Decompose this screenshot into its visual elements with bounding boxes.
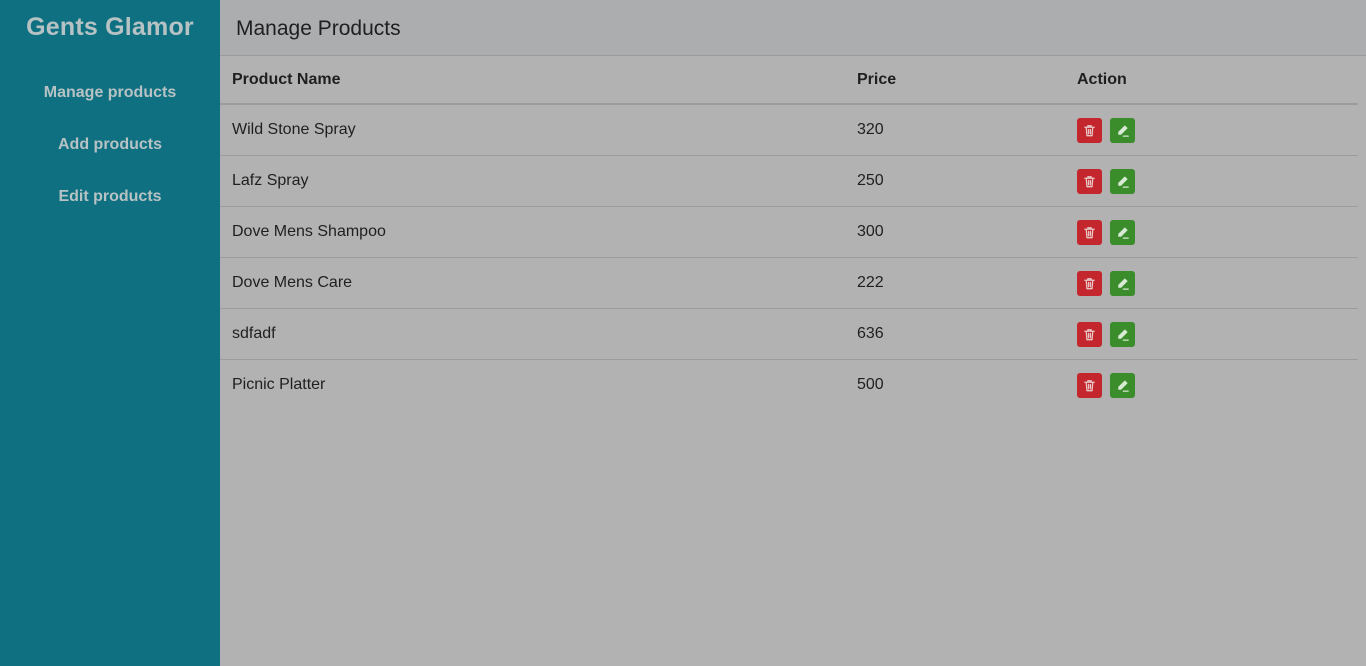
- table-row: Lafz Spray 250: [220, 155, 1358, 207]
- product-price-cell: 500: [857, 375, 884, 393]
- trash-icon: [1084, 227, 1095, 239]
- product-name-cell: Dove Mens Shampoo: [220, 206, 845, 258]
- trash-icon: [1084, 380, 1095, 392]
- main-content: Manage Products Product Name Price Actio…: [220, 0, 1366, 666]
- brand-title: Gents Glamor: [26, 13, 194, 41]
- table-row: sdfadf 636: [220, 308, 1358, 360]
- table-row: Picnic Platter 500: [220, 359, 1358, 410]
- app-layout: Gents Glamor Manage products Add product…: [0, 0, 1366, 666]
- action-cell: [1065, 104, 1358, 156]
- action-cell: [1065, 359, 1358, 410]
- trash-icon: [1084, 278, 1095, 290]
- table-row: Wild Stone Spray 320: [220, 104, 1358, 156]
- sidebar-item-manage-products[interactable]: Manage products: [0, 82, 220, 134]
- table-row: Dove Mens Shampoo 300: [220, 206, 1358, 258]
- delete-button[interactable]: [1077, 322, 1102, 347]
- pencil-icon: [1118, 227, 1129, 239]
- action-cell: [1065, 308, 1358, 360]
- product-price-cell: 320: [845, 104, 1065, 156]
- delete-button[interactable]: [1077, 271, 1102, 296]
- column-header-action: Action: [1065, 56, 1358, 105]
- product-price-cell: 636: [845, 308, 1065, 360]
- product-name-cell: Lafz Spray: [220, 155, 845, 207]
- pencil-icon: [1118, 176, 1129, 188]
- trash-icon: [1084, 329, 1095, 341]
- action-cell: [1065, 257, 1358, 309]
- product-name-cell: Wild Stone Spray: [220, 104, 845, 156]
- product-price-cell: 250: [845, 155, 1065, 207]
- delete-button[interactable]: [1077, 118, 1102, 144]
- sidebar-item-add-products[interactable]: Add products: [0, 134, 220, 186]
- action-cell: [1065, 206, 1358, 258]
- sidebar-nav: Manage products Add products Edit produc…: [0, 82, 220, 238]
- pencil-icon: [1118, 329, 1129, 341]
- edit-button[interactable]: [1110, 220, 1135, 245]
- trash-icon: [1084, 176, 1095, 188]
- products-table: Product Name Price Action Wild Stone Spr…: [220, 56, 1358, 410]
- table-row: Dove Mens Care 222: [220, 257, 1358, 309]
- pencil-icon: [1118, 380, 1129, 393]
- edit-button[interactable]: [1110, 373, 1135, 399]
- delete-button[interactable]: [1077, 169, 1102, 194]
- edit-button[interactable]: [1110, 271, 1135, 296]
- product-name-cell: Picnic Platter: [232, 375, 326, 393]
- action-cell: [1065, 155, 1358, 207]
- edit-button[interactable]: [1110, 118, 1135, 144]
- products-table-body: Wild Stone Spray 320 Lafz Spray 250 Dove…: [220, 104, 1358, 410]
- pencil-icon: [1118, 125, 1129, 138]
- pencil-icon: [1118, 278, 1129, 290]
- column-header-product-name: Product Name: [220, 56, 845, 105]
- product-name-cell: Dove Mens Care: [220, 257, 845, 309]
- product-price-cell: 222: [845, 257, 1065, 309]
- product-name-cell: sdfadf: [220, 308, 845, 360]
- sidebar: Gents Glamor Manage products Add product…: [0, 0, 220, 666]
- page-title: Manage Products: [220, 0, 1366, 56]
- table-header-row: Product Name Price Action: [220, 56, 1358, 105]
- sidebar-item-edit-products[interactable]: Edit products: [0, 186, 220, 238]
- edit-button[interactable]: [1110, 169, 1135, 194]
- edit-button[interactable]: [1110, 322, 1135, 347]
- delete-button[interactable]: [1077, 220, 1102, 245]
- column-header-price: Price: [845, 56, 1065, 105]
- product-price-cell: 300: [845, 206, 1065, 258]
- trash-icon: [1084, 125, 1095, 137]
- delete-button[interactable]: [1077, 373, 1102, 399]
